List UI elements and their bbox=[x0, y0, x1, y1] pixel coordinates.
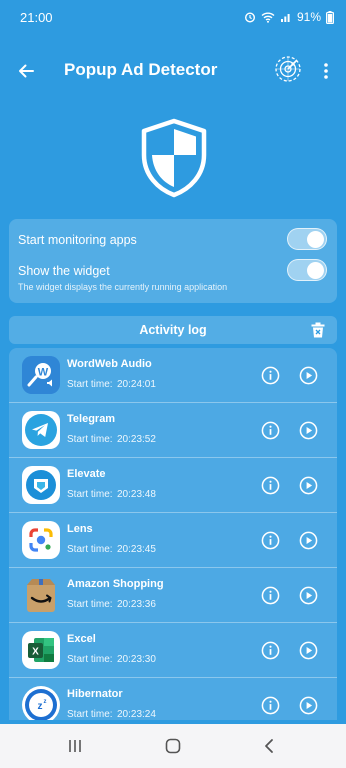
signal-icon bbox=[280, 14, 290, 22]
list-item[interactable]: Amazon Shopping Start time: 20:23:36 bbox=[9, 568, 337, 623]
shield-logo bbox=[138, 117, 210, 199]
status-time: 21:00 bbox=[20, 9, 53, 25]
elevate-icon bbox=[22, 466, 60, 504]
app-name: Telegram bbox=[67, 413, 116, 425]
start-label: Start time: bbox=[67, 544, 113, 555]
list-item[interactable]: W WordWeb Audio Start time: 20:24:01 bbox=[9, 348, 337, 403]
more-vert-icon bbox=[324, 63, 328, 79]
info-icon[interactable] bbox=[261, 476, 280, 495]
widget-hint: The widget displays the currently runnin… bbox=[18, 282, 228, 292]
toggle-knob bbox=[307, 262, 324, 279]
battery-icon bbox=[326, 10, 334, 24]
play-icon[interactable] bbox=[299, 421, 318, 440]
battery-percent: 91% bbox=[296, 10, 321, 24]
app-bar: Popup Ad Detector bbox=[0, 34, 346, 108]
play-icon[interactable] bbox=[299, 476, 318, 495]
status-bar: 21:00 91% bbox=[0, 0, 346, 34]
info-icon[interactable] bbox=[261, 696, 280, 715]
start-time: 20:23:48 bbox=[117, 489, 156, 500]
trash-icon bbox=[311, 322, 325, 338]
clear-log-button[interactable] bbox=[311, 322, 325, 338]
widget-label: Show the widget bbox=[18, 264, 110, 278]
amazon-icon bbox=[22, 576, 60, 614]
svg-text:W: W bbox=[38, 367, 49, 379]
app-name: Lens bbox=[67, 523, 93, 535]
svg-text:z: z bbox=[38, 701, 43, 712]
list-item[interactable]: X Excel Start time: 20:23:30 bbox=[9, 623, 337, 678]
list-item[interactable]: Telegram Start time: 20:23:52 bbox=[9, 403, 337, 458]
start-label: Start time: bbox=[67, 599, 113, 610]
start-time: 20:23:24 bbox=[117, 709, 156, 720]
start-label: Start time: bbox=[67, 379, 113, 390]
info-icon[interactable] bbox=[261, 641, 280, 660]
play-icon[interactable] bbox=[299, 531, 318, 550]
start-label: Start time: bbox=[67, 709, 113, 720]
radar-icon bbox=[275, 56, 301, 82]
back-nav-button[interactable] bbox=[259, 736, 279, 756]
app-name: Hibernator bbox=[67, 688, 123, 700]
play-icon[interactable] bbox=[299, 366, 318, 385]
wifi-icon bbox=[261, 12, 275, 23]
start-label: Start time: bbox=[67, 489, 113, 500]
start-time: 20:24:01 bbox=[117, 379, 156, 390]
svg-text:X: X bbox=[32, 647, 39, 658]
lens-icon bbox=[22, 521, 60, 559]
play-icon[interactable] bbox=[299, 641, 318, 660]
settings-card: Start monitoring apps Show the widget Th… bbox=[9, 219, 337, 303]
shield-icon bbox=[141, 118, 207, 198]
list-item[interactable]: Lens Start time: 20:23:45 bbox=[9, 513, 337, 568]
info-icon[interactable] bbox=[261, 531, 280, 550]
home-icon bbox=[165, 738, 181, 754]
status-icons: 91% bbox=[244, 10, 334, 24]
svg-text:z: z bbox=[44, 699, 47, 705]
app-name: Amazon Shopping bbox=[67, 578, 164, 590]
list-item[interactable]: z z Hibernator Start time: 20:23:24 bbox=[9, 678, 337, 720]
widget-toggle[interactable] bbox=[287, 259, 327, 281]
start-label: Start time: bbox=[67, 654, 113, 665]
start-label: Start time: bbox=[67, 434, 113, 445]
list-item[interactable]: Elevate Start time: 20:23:48 bbox=[9, 458, 337, 513]
hibernator-icon: z z bbox=[22, 686, 60, 720]
alarm-icon bbox=[244, 12, 255, 23]
recents-button[interactable] bbox=[65, 736, 85, 756]
monitoring-label: Start monitoring apps bbox=[18, 233, 137, 247]
back-arrow-icon bbox=[19, 64, 34, 78]
info-icon[interactable] bbox=[261, 421, 280, 440]
activity-log-list: W WordWeb Audio Start time: 20:24:01 Tel… bbox=[9, 348, 337, 720]
app-name: WordWeb Audio bbox=[67, 358, 152, 370]
app-name: Excel bbox=[67, 633, 96, 645]
wordweb-icon: W bbox=[22, 356, 60, 394]
home-button[interactable] bbox=[163, 736, 183, 756]
radar-button[interactable] bbox=[272, 53, 304, 85]
start-time: 20:23:52 bbox=[117, 434, 156, 445]
excel-icon: X bbox=[22, 631, 60, 669]
start-time: 20:23:30 bbox=[117, 654, 156, 665]
start-time: 20:23:45 bbox=[117, 544, 156, 555]
app-name: Elevate bbox=[67, 468, 106, 480]
start-time: 20:23:36 bbox=[117, 599, 156, 610]
activity-log-title: Activity log bbox=[139, 323, 207, 337]
info-icon[interactable] bbox=[261, 586, 280, 605]
play-icon[interactable] bbox=[299, 586, 318, 605]
activity-log-header: Activity log bbox=[9, 316, 337, 344]
page-title: Popup Ad Detector bbox=[64, 60, 218, 79]
monitoring-toggle[interactable] bbox=[287, 228, 327, 250]
info-icon[interactable] bbox=[261, 366, 280, 385]
recents-icon bbox=[69, 740, 81, 752]
back-chevron-icon bbox=[265, 739, 273, 753]
system-nav-bar bbox=[0, 724, 346, 768]
more-options-button[interactable] bbox=[316, 57, 336, 85]
toggle-knob bbox=[307, 231, 324, 248]
back-button[interactable] bbox=[12, 57, 40, 85]
telegram-icon bbox=[22, 411, 60, 449]
play-icon[interactable] bbox=[299, 696, 318, 715]
